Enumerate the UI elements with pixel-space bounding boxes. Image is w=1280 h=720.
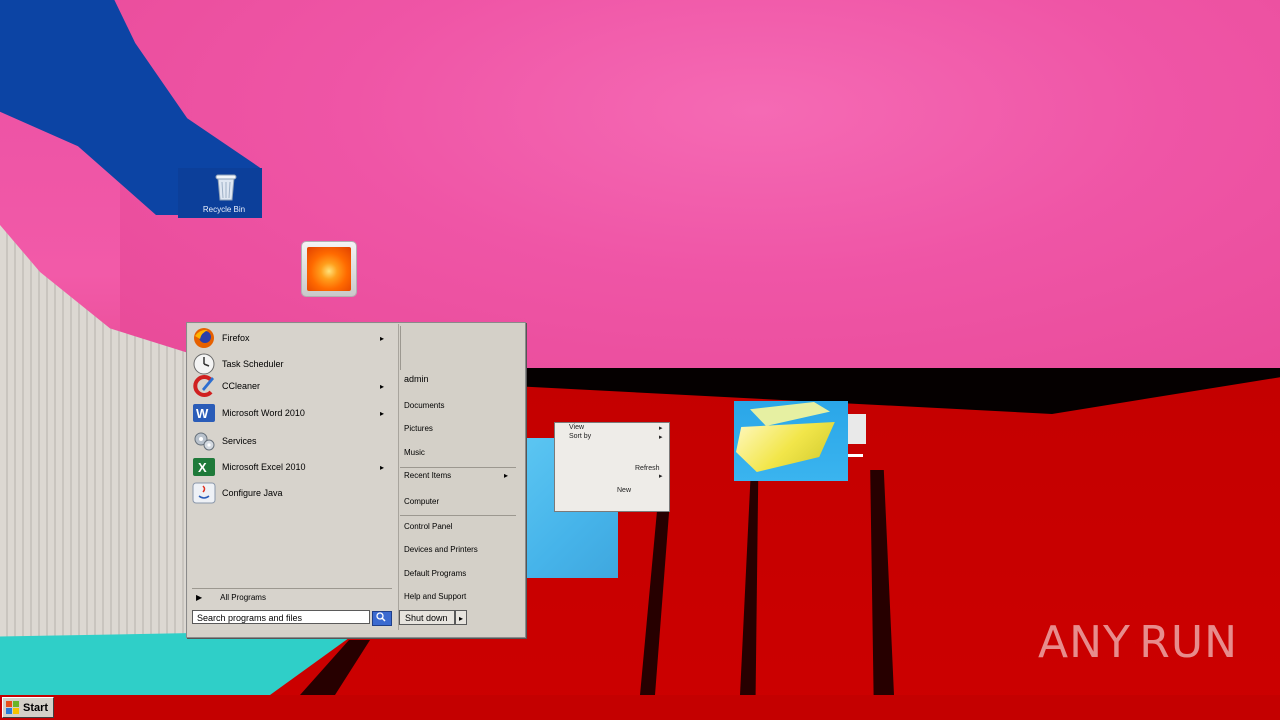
chevron-right-icon: ▸ <box>504 471 509 480</box>
all-programs-label: All Programs <box>220 593 266 602</box>
windows-logo-icon <box>6 701 19 714</box>
taskbar <box>0 695 1280 720</box>
program-label: Task Scheduler <box>222 359 284 369</box>
program-services[interactable]: Services <box>192 429 396 453</box>
firefox-icon <box>194 328 214 348</box>
places-item-pictures[interactable]: Pictures <box>404 424 520 433</box>
chevron-right-icon: ▸ <box>379 408 384 418</box>
program-word[interactable]: W Microsoft Word 2010 ▸ <box>192 401 396 425</box>
places-item-user[interactable]: admin <box>404 374 520 384</box>
start-label: Start <box>23 701 49 714</box>
recent-items-label: Recent Items <box>404 471 452 480</box>
chevron-right-icon: ▸ <box>379 381 384 391</box>
places-item-help-and-support[interactable]: Help and Support <box>404 592 520 601</box>
chevron-right-icon: ▸ <box>379 333 384 343</box>
search-icon <box>376 612 386 622</box>
program-excel[interactable]: X Microsoft Excel 2010 ▸ <box>192 455 396 479</box>
java-icon <box>192 482 216 504</box>
user-picture-flower <box>307 247 351 291</box>
chevron-right-icon: ▸ <box>659 434 663 441</box>
shutdown-button[interactable]: Shut down <box>399 610 455 625</box>
places-item-recent-items[interactable]: Recent Items ▸ <box>404 471 520 480</box>
ccleaner-icon <box>193 375 214 397</box>
shutdown-options-arrow-icon[interactable]: ▸ <box>455 610 467 625</box>
program-task-scheduler[interactable]: Task Scheduler <box>192 352 396 376</box>
programs-divider <box>192 588 392 589</box>
context-menu-item[interactable]: Sort by <box>569 433 591 440</box>
program-label: Microsoft Excel 2010 <box>222 462 306 472</box>
context-menu-item[interactable]: Refresh <box>635 465 660 472</box>
program-label: CCleaner <box>222 381 261 391</box>
places-item-documents[interactable]: Documents <box>404 401 520 410</box>
user-frame-divider <box>400 326 401 370</box>
program-configure-java[interactable]: Configure Java <box>192 481 396 505</box>
program-ccleaner[interactable]: CCleaner ▸ <box>192 374 396 398</box>
gears-icon <box>194 432 215 451</box>
thumbnail-bar <box>848 454 863 457</box>
chevron-right-icon: ▸ <box>659 425 663 432</box>
anyrun-watermark: ANY RUN <box>1038 612 1238 672</box>
clock-icon <box>193 353 215 375</box>
svg-text:X: X <box>198 460 207 475</box>
places-item-devices-and-printers[interactable]: Devices and Printers <box>404 545 520 554</box>
chevron-right-icon: ▸ <box>379 462 384 472</box>
all-programs-link[interactable]: ▶ All Programs <box>196 593 266 602</box>
places-item-music[interactable]: Music <box>404 448 520 457</box>
chevron-right-icon: ▸ <box>659 473 663 480</box>
watermark-text-right: RUN <box>1139 616 1238 668</box>
context-menu-fragment: View Sort by Refresh New ▸ ▸ ▸ <box>554 422 670 512</box>
context-menu-item[interactable]: New <box>617 487 631 494</box>
places-item-control-panel[interactable]: Control Panel <box>404 522 520 531</box>
start-button[interactable]: Start <box>2 697 54 718</box>
places-divider <box>400 467 516 468</box>
thumbnail-side-strip <box>848 414 866 444</box>
triangle-right-icon: ▶ <box>196 593 203 602</box>
program-label: Configure Java <box>222 488 283 498</box>
excel-icon: X <box>193 458 215 476</box>
desktop-background-glow <box>120 0 1280 368</box>
word-icon: W <box>193 404 215 422</box>
recycle-bin-label: Recycle Bin <box>202 205 246 214</box>
watermark-text-left: ANY <box>1038 616 1131 668</box>
program-firefox[interactable]: Firefox ▸ <box>192 326 396 350</box>
program-label: Services <box>222 436 257 446</box>
context-menu-item[interactable]: View <box>569 424 584 431</box>
program-label: Microsoft Word 2010 <box>222 408 305 418</box>
search-input[interactable]: Search programs and files <box>192 610 370 624</box>
program-label: Firefox <box>222 333 250 343</box>
places-divider <box>400 515 516 516</box>
svg-text:W: W <box>196 406 209 421</box>
places-item-default-programs[interactable]: Default Programs <box>404 569 520 578</box>
places-item-computer[interactable]: Computer <box>404 497 520 506</box>
recycle-bin-icon[interactable] <box>210 172 242 202</box>
